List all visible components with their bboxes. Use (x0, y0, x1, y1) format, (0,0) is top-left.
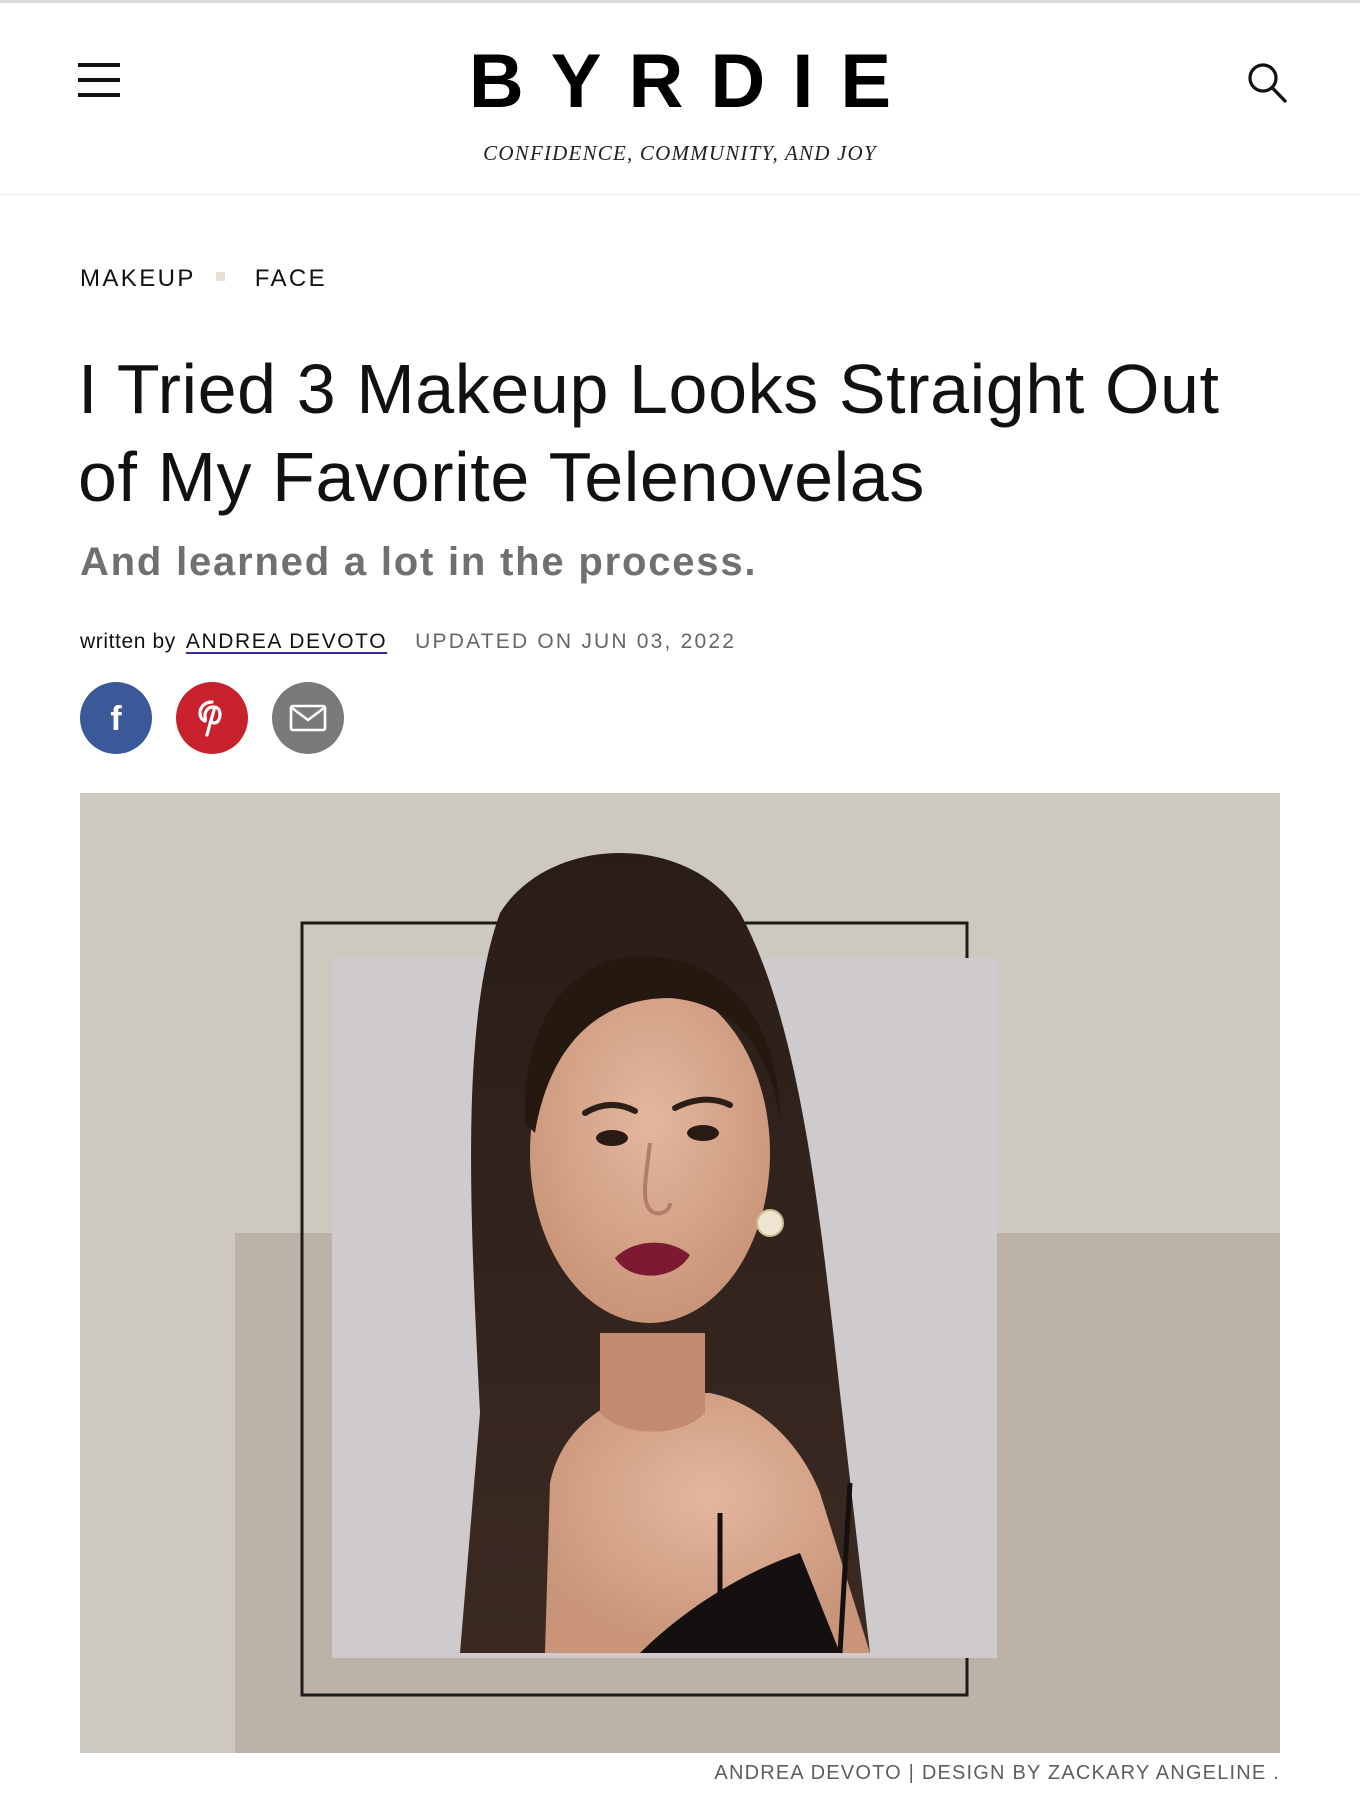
breadcrumb-separator (215, 271, 225, 281)
email-share-button[interactable] (272, 682, 344, 754)
site-logo[interactable]: BYRDIE (380, 41, 980, 123)
hamburger-menu-button[interactable] (78, 61, 122, 101)
article-subtitle: And learned a lot in the process. (80, 540, 758, 584)
byline-written-by: written by (80, 630, 176, 653)
search-button[interactable] (1246, 61, 1288, 105)
pinterest-icon (198, 700, 222, 737)
updated-date: UPDATED ON JUN 03, 2022 (415, 630, 737, 653)
site-header: BYRDIE CONFIDENCE, COMMUNITY, AND JOY (0, 3, 1360, 195)
hamburger-icon-bar (78, 93, 120, 97)
breadcrumb: MAKEUP FACE (80, 264, 327, 294)
breadcrumb-item-makeup[interactable]: MAKEUP (80, 265, 196, 293)
author-link[interactable]: ANDREA DEVOTO (186, 630, 387, 654)
hero-image (80, 793, 1280, 1753)
search-icon (1248, 63, 1287, 103)
email-icon (289, 704, 327, 732)
hamburger-icon-bar (78, 78, 120, 82)
facebook-share-button[interactable]: f (80, 682, 152, 754)
svg-text:f: f (110, 701, 122, 735)
breadcrumb-item-face[interactable]: FACE (255, 265, 327, 293)
hamburger-icon-bar (78, 63, 120, 67)
hero-image-credit: ANDREA DEVOTO | DESIGN BY ZACKARY ANGELI… (714, 1762, 1280, 1784)
facebook-icon: f (110, 701, 122, 735)
byline: written by ANDREA DEVOTO UPDATED ON JUN … (80, 628, 736, 656)
site-tagline: CONFIDENCE, COMMUNITY, AND JOY (483, 141, 877, 165)
pinterest-share-button[interactable] (176, 682, 248, 754)
article-title: I Tried 3 Makeup Looks Straight Out of M… (78, 350, 1220, 516)
portrait-illustration (80, 793, 1280, 1753)
